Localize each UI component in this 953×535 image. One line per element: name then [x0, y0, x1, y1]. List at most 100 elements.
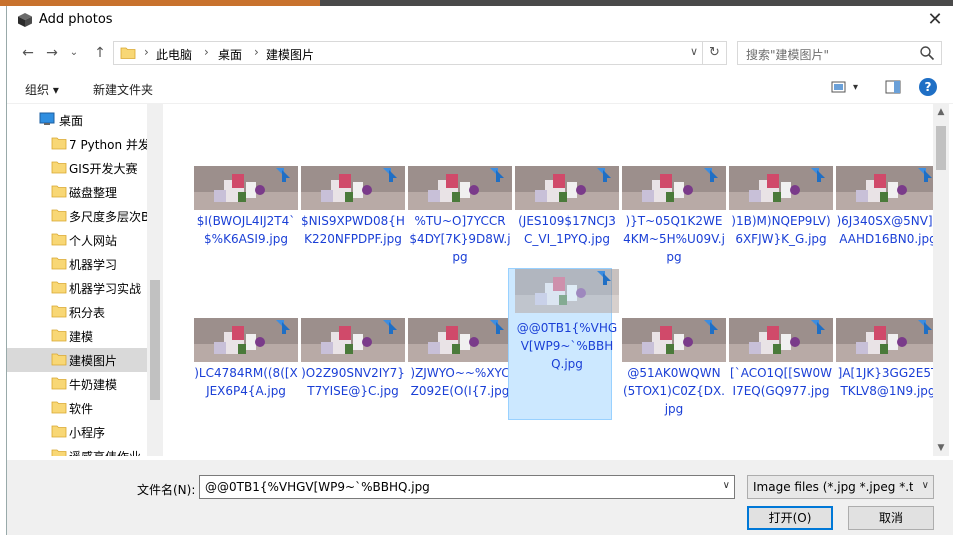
search-input[interactable]: 搜索"建模图片": [737, 41, 942, 65]
file-list-scrollbar[interactable]: ▲ ▼: [933, 104, 949, 456]
organize-button[interactable]: 组织 ▾: [25, 81, 59, 98]
preview-pane-button[interactable]: [885, 80, 901, 97]
file-name: $I(BWOJL4IJ2T4`$%K6ASI9.jpg: [196, 214, 296, 246]
scroll-thumb[interactable]: [936, 126, 946, 170]
sidebar-item[interactable]: 建模图片: [7, 348, 147, 372]
sidebar-item[interactable]: 个人网站: [7, 228, 147, 252]
folder-icon: [51, 401, 67, 414]
filename-label: 文件名(N):: [137, 483, 196, 497]
close-button[interactable]: ✕: [922, 8, 948, 32]
file-item[interactable]: )LC4784RM((8([XJEX6P4{A.jpg: [194, 318, 298, 456]
sidebar-item-label: GIS开发大赛: [69, 162, 138, 176]
back-button[interactable]: ←: [19, 44, 37, 62]
sidebar-item[interactable]: GIS开发大赛: [7, 156, 147, 180]
toolbar: 组织 ▾ 新建文件夹 ▾ ?: [7, 72, 953, 104]
sidebar-item-label: 个人网站: [69, 234, 118, 248]
sidebar-scrollbar[interactable]: [147, 104, 163, 456]
file-item[interactable]: @51AK0WQWN(5TOX1)C0Z{DX.jpg: [622, 318, 726, 456]
change-view-button[interactable]: [831, 80, 847, 97]
sidebar-scroll-thumb[interactable]: [150, 280, 160, 400]
sidebar-item[interactable]: 积分表: [7, 300, 147, 324]
file-item[interactable]: @@0TB1{%VHGV[WP9~`%BBHQ.jpg: [508, 268, 619, 420]
sidebar-item-label: 机器学习实战: [69, 282, 142, 296]
file-type-select[interactable]: Image files (*.jpg *.jpeg *.tif ∨: [747, 475, 934, 499]
photo-thumbnail-icon: [836, 166, 940, 210]
file-item[interactable]: )}T~05Q1K2WE4KM~5H%U09V.jpg: [622, 166, 726, 316]
breadcrumb-desktop[interactable]: 桌面: [218, 46, 242, 63]
view-dropdown-button[interactable]: ▾: [853, 82, 858, 93]
cancel-button[interactable]: 取消: [848, 506, 934, 530]
sidebar-item[interactable]: 多尺度多层次B: [7, 204, 149, 228]
breadcrumb-separator: ›: [254, 45, 259, 59]
file-item[interactable]: $NIS9XPWD08{HK220NFPDPF.jpg: [301, 166, 405, 316]
folder-icon: [51, 233, 67, 246]
file-name: )1B)M)NQEP9LV)6XFJW}K_G.jpg: [731, 214, 831, 246]
photo-thumbnail-icon: [515, 166, 619, 210]
sidebar-item-label: 软件: [69, 402, 94, 416]
sidebar-item-label: 磁盘整理: [69, 186, 118, 200]
sidebar-item[interactable]: 软件: [7, 396, 147, 420]
scroll-up-button[interactable]: ▲: [933, 104, 949, 120]
folder-icon: [51, 377, 67, 390]
recent-locations-button[interactable]: ⌄: [65, 44, 83, 62]
sidebar-item[interactable]: 建模: [7, 324, 147, 348]
filename-input[interactable]: @@0TB1{%VHGV[WP9~`%BBHQ.jpg ∨: [199, 475, 735, 499]
photo-thumbnail-icon: [194, 318, 298, 362]
file-name: @@0TB1{%VHGV[WP9~`%BBHQ.jpg: [516, 321, 618, 371]
folder-icon: [51, 281, 67, 294]
photo-thumbnail-icon: [408, 166, 512, 210]
desktop-icon: [39, 112, 55, 125]
sidebar-item[interactable]: 牛奶建模: [7, 372, 147, 396]
breadcrumb-separator: ›: [144, 45, 149, 59]
new-folder-button[interactable]: 新建文件夹: [93, 81, 153, 98]
file-item[interactable]: %TU~O]7YCCR$4DY[7K}9D8W.jpg: [408, 166, 512, 316]
photo-thumbnail-icon: [301, 166, 405, 210]
refresh-button[interactable]: ↻: [702, 42, 726, 64]
forward-button[interactable]: →: [43, 44, 61, 62]
sidebar-item[interactable]: 7 Python 并发: [7, 132, 149, 156]
file-name: )}T~05Q1K2WE4KM~5H%U09V.jpg: [623, 214, 725, 264]
dialog-footer: 文件名(N): @@0TB1{%VHGV[WP9~`%BBHQ.jpg ∨ Im…: [7, 460, 953, 535]
file-item[interactable]: [`ACO1Q[[SW0WI7EQ(GQ977.jpg: [729, 318, 833, 456]
window-title: Add photos: [39, 12, 113, 27]
file-item[interactable]: )O2Z90SNV2IY7}T7YISE@}C.jpg: [301, 318, 405, 456]
folder-icon: [51, 449, 67, 456]
file-item[interactable]: ]A[1JK}3GG2E5TTKLV8@1N9.jpg: [836, 318, 940, 456]
address-dropdown-button[interactable]: ∨: [690, 45, 698, 58]
up-button[interactable]: ↑: [91, 44, 109, 62]
photo-thumbnail-icon: [622, 318, 726, 362]
photo-thumbnail-icon: [515, 269, 619, 313]
folder-icon: [51, 329, 67, 342]
sidebar-item-label: 多尺度多层次B: [69, 210, 149, 224]
sidebar-item[interactable]: 机器学习实战: [7, 276, 147, 300]
file-type-dropdown-icon: ∨: [921, 480, 929, 491]
sidebar-item[interactable]: 机器学习: [7, 252, 147, 276]
breadcrumb-this-pc[interactable]: 此电脑: [156, 46, 192, 63]
file-name: )O2Z90SNV2IY7}T7YISE@}C.jpg: [301, 366, 405, 398]
open-button[interactable]: 打开(O): [747, 506, 833, 530]
file-item[interactable]: )6J340SX@5NV]FAAHD16BN0.jpg: [836, 166, 940, 316]
photo-thumbnail-icon: [729, 318, 833, 362]
address-box[interactable]: › 此电脑 › 桌面 › 建模图片 ∨ ↻: [113, 41, 727, 65]
file-item[interactable]: )1B)M)NQEP9LV)6XFJW}K_G.jpg: [729, 166, 833, 316]
file-name: (JES109$17NCJ3C_VI_1PYQ.jpg: [518, 214, 616, 246]
file-item[interactable]: )ZJWYO~~%XYCZ092E(O(I{7.jpg: [408, 318, 512, 456]
sidebar-item[interactable]: 桌面: [7, 108, 147, 132]
filename-dropdown-button[interactable]: ∨: [723, 480, 730, 491]
file-name: %TU~O]7YCCR$4DY[7K}9D8W.jpg: [409, 214, 511, 264]
scroll-down-button[interactable]: ▼: [933, 440, 949, 456]
file-list: $I(BWOJL4IJ2T4`$%K6ASI9.jpg $NIS9XPWD08{H…: [163, 104, 953, 456]
cube-icon: [18, 13, 32, 27]
photo-thumbnail-icon: [301, 318, 405, 362]
breadcrumb-current[interactable]: 建模图片: [266, 46, 314, 63]
sidebar-item[interactable]: 遥感高伟作业: [7, 444, 147, 456]
sidebar-item[interactable]: 磁盘整理: [7, 180, 147, 204]
view-icon: [831, 81, 846, 93]
address-bar-row: ← → ⌄ ↑ › 此电脑 › 桌面 › 建模图片 ∨ ↻ 搜索"建模图片": [7, 38, 953, 68]
search-placeholder: 搜索"建模图片": [746, 48, 830, 62]
file-item[interactable]: $I(BWOJL4IJ2T4`$%K6ASI9.jpg: [194, 166, 298, 316]
sidebar-item[interactable]: 小程序: [7, 420, 147, 444]
folder-icon: [51, 425, 67, 438]
folder-icon: [51, 185, 67, 198]
help-button[interactable]: ?: [919, 78, 937, 96]
